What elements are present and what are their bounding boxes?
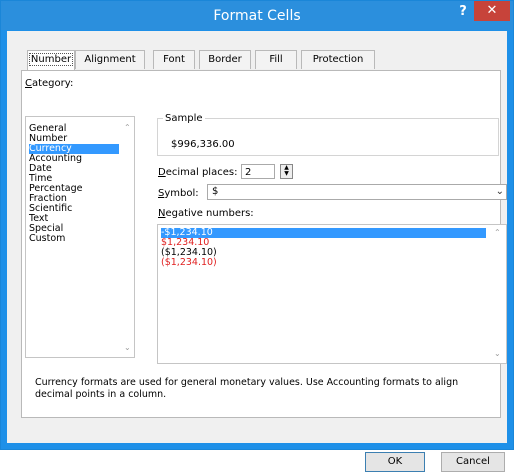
scroll-up-icon[interactable]: ⌃ [494, 228, 501, 237]
tab-alignment[interactable]: Alignment [75, 50, 145, 69]
ok-button[interactable]: OK [365, 452, 425, 472]
decimal-places-input[interactable]: 2 [241, 164, 275, 179]
help-icon[interactable]: ? [455, 4, 471, 20]
category-label: Category: [25, 78, 74, 89]
scroll-up-icon[interactable]: ⌃ [124, 123, 131, 132]
tab-border[interactable]: Border [199, 50, 251, 69]
sample-group [157, 118, 499, 156]
sample-label: Sample [163, 113, 205, 124]
decimal-places-label: Decimal places: [158, 167, 238, 178]
decimal-places-spinner[interactable]: ▲ ▼ [280, 164, 293, 179]
symbol-value: $ [212, 186, 219, 197]
title-bar: Format Cells ? ✕ [1, 1, 513, 30]
dialog-title: Format Cells [213, 8, 301, 24]
spin-down-icon[interactable]: ▼ [281, 171, 292, 177]
list-item[interactable]: ($1,234.10) [161, 258, 486, 268]
negative-numbers-label: Negative numbers: [158, 208, 254, 219]
dialog-body: Number Alignment Font Border Fill Protec… [7, 31, 507, 472]
symbol-label: Symbol: [158, 188, 199, 199]
tab-font[interactable]: Font [153, 50, 195, 69]
chevron-down-icon[interactable]: ⌄ [496, 185, 504, 199]
tab-fill[interactable]: Fill [255, 50, 297, 69]
format-description: Currency formats are used for general mo… [35, 377, 459, 400]
list-item[interactable]: -$1,234.10 [161, 228, 486, 238]
format-cells-dialog: Format Cells ? ✕ Number Alignment Font B… [0, 0, 514, 472]
tab-number[interactable]: Number [27, 50, 75, 70]
scroll-down-icon[interactable]: ⌄ [124, 343, 131, 352]
sample-value: $996,336.00 [171, 139, 235, 150]
negative-numbers-listbox[interactable]: -$1,234.10 $1,234.10 ($1,234.10) ($1,234… [157, 224, 507, 364]
list-item[interactable]: Custom [29, 234, 119, 244]
category-listbox[interactable]: General Number Currency Accounting Date … [25, 116, 135, 358]
tab-protection[interactable]: Protection [301, 50, 375, 69]
scroll-down-icon[interactable]: ⌄ [494, 349, 501, 358]
close-button[interactable]: ✕ [474, 1, 510, 21]
cancel-button[interactable]: Cancel [441, 452, 505, 472]
symbol-dropdown[interactable]: $ ⌄ [207, 184, 507, 200]
